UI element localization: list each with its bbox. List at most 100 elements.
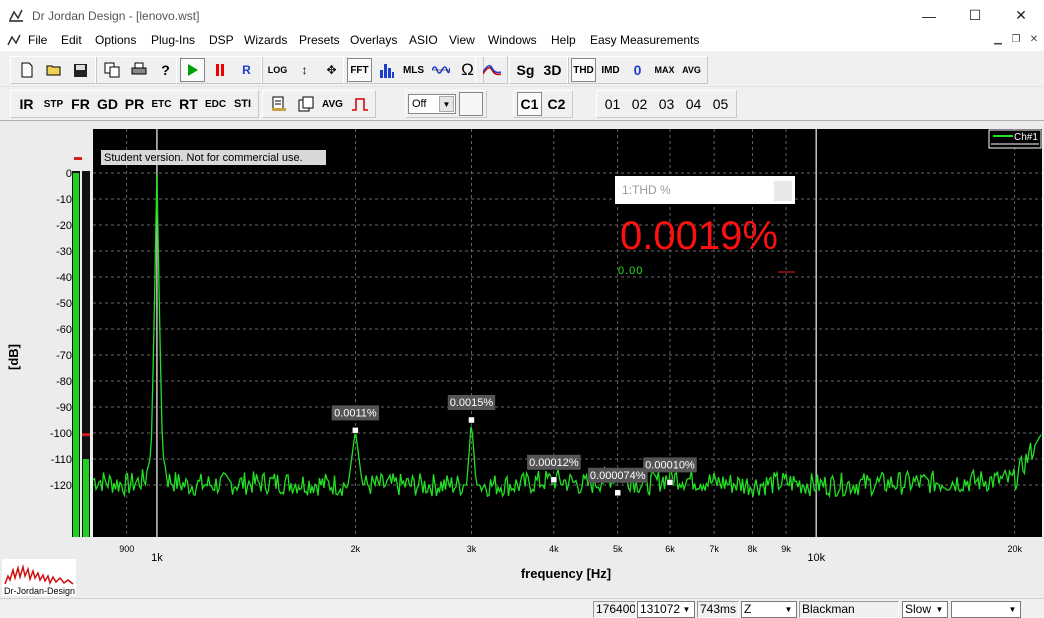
extra-select[interactable]: ▼ [951, 601, 1021, 618]
preset-04-button[interactable]: 04 [681, 92, 706, 116]
mdi-close-icon[interactable]: ✕ [1026, 34, 1042, 48]
mode-sti-button[interactable]: STI [230, 92, 255, 116]
properties-icon [271, 96, 286, 111]
weighting-select[interactable]: Z ▼ [741, 601, 797, 618]
pause-icon [215, 64, 224, 76]
signal-generator-button[interactable]: Sg [513, 58, 538, 82]
speed-value: Slow [905, 602, 932, 616]
speed-select[interactable]: Slow ▼ [902, 601, 948, 618]
menu-plug-ins[interactable]: Plug-Ins [151, 33, 195, 47]
x-tick-label: 10k [807, 552, 825, 564]
waveform-button[interactable] [428, 58, 453, 82]
mode-edc-button[interactable]: EDC [203, 92, 228, 116]
thd-value: 0.0019% [620, 214, 778, 258]
filter-button[interactable] [479, 58, 504, 82]
document-system-icon[interactable] [6, 33, 22, 49]
mode-rt-button[interactable]: RT [176, 92, 201, 116]
mode-ir-button[interactable]: IR [14, 92, 39, 116]
print-button[interactable] [126, 58, 151, 82]
fft-size-select[interactable]: 131072 ▼ [637, 601, 695, 618]
preset-03-button[interactable]: 03 [654, 92, 679, 116]
record-button[interactable]: R [234, 58, 259, 82]
fft-button[interactable]: FFT [347, 58, 372, 82]
mode-fr-button[interactable]: FR [68, 92, 93, 116]
toolbar-group-presets: 01 02 03 04 05 [596, 90, 737, 118]
max-button[interactable]: MAX [652, 58, 677, 82]
open-button[interactable] [41, 58, 66, 82]
chevron-down-icon: ▼ [439, 96, 454, 112]
fft-plot[interactable]: 0 -10 -20 -30 -40 -50 -60 -70 -80 -90 -100 -110 -120… [0, 121, 1044, 598]
mode-etc-button[interactable]: ETC [149, 92, 174, 116]
menu-help[interactable]: Help [551, 33, 576, 47]
channel-c2-button[interactable]: C2 [544, 92, 569, 116]
menu-options[interactable]: Options [95, 33, 136, 47]
imd-button[interactable]: IMD [598, 58, 623, 82]
mode-gd-button[interactable]: GD [95, 92, 120, 116]
avg-button[interactable]: AVG [679, 58, 704, 82]
menu-file[interactable]: File [28, 33, 47, 47]
preset-05-button[interactable]: 05 [708, 92, 733, 116]
menu-view[interactable]: View [449, 33, 475, 47]
log-scale-button[interactable]: LOG [265, 58, 290, 82]
menu-wizards[interactable]: Wizards [244, 33, 287, 47]
fft-size-value: 131072 [640, 602, 681, 616]
help-button[interactable]: ? [153, 58, 178, 82]
toolbar-group-tools: AVG [262, 90, 376, 118]
x-tick-label: 9k [781, 544, 791, 554]
spectrum-button[interactable] [374, 58, 399, 82]
pan-button[interactable]: ✥ [319, 58, 344, 82]
gate-button[interactable] [347, 92, 372, 116]
preset-02-button[interactable]: 02 [627, 92, 652, 116]
chevron-down-icon: ▼ [784, 605, 793, 614]
preset-01-button[interactable]: 01 [600, 92, 625, 116]
app-icon[interactable] [8, 8, 24, 24]
mdi-restore-icon[interactable]: ❐ [1008, 34, 1024, 48]
3d-button[interactable]: 3D [540, 58, 565, 82]
mode-stp-button[interactable]: STP [41, 92, 66, 116]
mdi-minimize-icon[interactable]: ▁ [990, 34, 1006, 48]
menu-dsp[interactable]: DSP [209, 33, 234, 47]
menu-presets[interactable]: Presets [299, 33, 340, 47]
legend[interactable]: Ch#1 [988, 129, 1042, 149]
vertical-zoom-button[interactable]: ↕ [292, 58, 317, 82]
off-select[interactable]: Off ▼ [408, 94, 456, 114]
mode-pr-button[interactable]: PR [122, 92, 147, 116]
menu-asio[interactable]: ASIO [409, 33, 438, 47]
toolbar-group-select: Off ▼ [405, 90, 487, 118]
waveform-icon [431, 66, 450, 74]
menu-windows[interactable]: Windows [488, 33, 537, 47]
menu-overlays[interactable]: Overlays [350, 33, 397, 47]
y-tick-label: -90 [56, 402, 72, 414]
status-sample-rate: 176400 [593, 601, 636, 618]
y-tick-label: -70 [56, 350, 72, 362]
toolbar-group-analysis: FFT MLS Ω [343, 56, 484, 84]
properties-button[interactable] [266, 92, 291, 116]
play-icon [187, 64, 198, 76]
play-button[interactable] [180, 58, 205, 82]
new-button[interactable] [14, 58, 39, 82]
averaging-button[interactable]: AVG [320, 92, 345, 116]
logo-text: Dr-Jordan-Design [4, 586, 75, 596]
x-tick-label: 5k [613, 544, 623, 554]
maximize-button[interactable]: ☐ [952, 0, 998, 31]
save-button[interactable] [68, 58, 93, 82]
x-tick-label: 1k [151, 552, 163, 564]
overlay-copy-button[interactable] [293, 92, 318, 116]
blank-button[interactable] [459, 92, 483, 116]
toolbar-main: ? R LOG ↕ ✥ FFT MLS Ω Sg 3D THD IMD 0 MA… [0, 53, 1044, 87]
close-button[interactable]: ✕ [998, 0, 1044, 31]
channel-c1-button[interactable]: C1 [517, 92, 542, 116]
copy-button[interactable] [99, 58, 124, 82]
zero-button[interactable]: 0 [625, 58, 650, 82]
weighting-value: Z [744, 602, 752, 616]
minimize-button[interactable]: — [906, 0, 952, 31]
menu-easy-measurements[interactable]: Easy Measurements [590, 33, 699, 47]
open-folder-icon [46, 65, 60, 76]
thd-panel-close-icon[interactable] [774, 181, 792, 201]
mls-button[interactable]: MLS [401, 58, 426, 82]
pause-button[interactable] [207, 58, 232, 82]
menu-edit[interactable]: Edit [61, 33, 82, 47]
harmonic-label: 0.00012% [529, 457, 579, 469]
thd-button[interactable]: THD [571, 58, 596, 82]
move-arrows-icon: ✥ [326, 63, 337, 77]
